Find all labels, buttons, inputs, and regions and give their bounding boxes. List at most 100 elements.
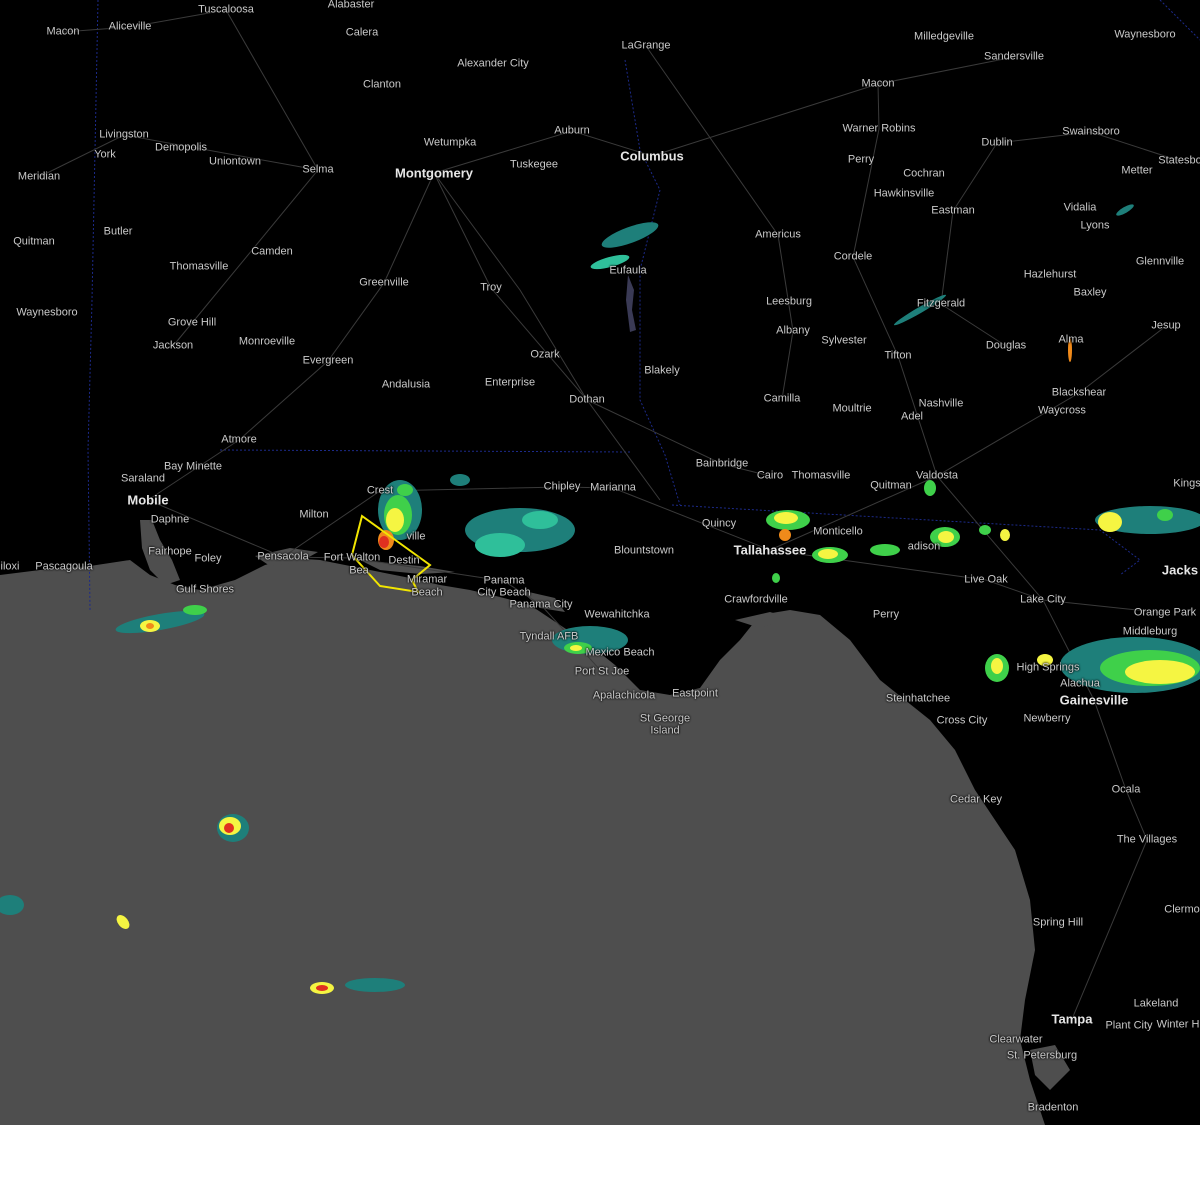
footer-area [0, 1125, 1200, 1200]
place-label: Moultrie [832, 402, 872, 415]
place-label: iloxi [0, 560, 20, 573]
place-label: Bradenton [1027, 1101, 1079, 1114]
place-label: Gulf Shores [175, 583, 235, 596]
place-label: Beach [411, 586, 443, 599]
place-label: Plant City [1105, 1019, 1153, 1032]
place-label: Thomasville [791, 469, 851, 482]
place-label: Statesbo [1158, 154, 1200, 167]
place-label: Pensacola [257, 550, 309, 563]
place-label: Douglas [985, 339, 1027, 352]
place-label: Panama City [509, 598, 573, 611]
place-label: Tallahassee [733, 542, 807, 558]
place-label: Macon [46, 25, 80, 38]
place-label: Daphne [150, 513, 190, 526]
place-label: Alabaster [327, 0, 375, 11]
place-label: Andalusia [381, 378, 431, 391]
place-label: Thomasville [169, 260, 229, 273]
place-label: City Beach [477, 586, 531, 599]
place-label: Warner Robins [842, 122, 916, 135]
place-label: Quincy [701, 517, 737, 530]
place-label: Evergreen [302, 354, 354, 367]
place-label: Bainbridge [695, 457, 749, 470]
place-label: Cedar Key [950, 793, 1002, 806]
place-label: Alma [1058, 333, 1084, 346]
place-label: Butler [103, 225, 133, 238]
place-label: Saraland [120, 472, 166, 485]
place-label: Cordele [833, 250, 873, 263]
place-label: Metter [1121, 164, 1153, 177]
place-label: Waynesboro [16, 306, 78, 319]
place-label: Americus [755, 228, 801, 241]
place-label: Tuscaloosa [198, 3, 254, 16]
place-label: Island [650, 724, 680, 737]
place-label: Sandersville [984, 50, 1044, 63]
place-label: Camden [251, 245, 293, 258]
place-label: Jackson [152, 339, 194, 352]
place-label: Dublin [981, 136, 1013, 149]
place-label: Ozark [530, 348, 560, 361]
place-label: Quitman [870, 479, 912, 492]
place-label: Swainsboro [1062, 125, 1120, 138]
radar-cell-gulf-west [217, 814, 249, 842]
place-label: Milledgeville [914, 30, 974, 43]
place-label: Port St Joe [574, 665, 630, 678]
basemap [0, 0, 1200, 1125]
place-label: Fort Walton [323, 551, 381, 564]
place-label: Newberry [1023, 712, 1071, 725]
place-label: Blakely [644, 364, 680, 377]
place-label: High Springs [1016, 661, 1080, 674]
place-label: Troy [480, 281, 502, 294]
place-label: Blackshear [1051, 386, 1107, 399]
place-label: Apalachicola [592, 689, 656, 702]
place-label: Adel [900, 410, 924, 423]
place-label: Cross City [936, 714, 988, 727]
place-label: Bea [349, 564, 369, 577]
place-label: Live Oak [964, 573, 1008, 586]
place-label: Grove Hill [167, 316, 217, 329]
place-label: Albany [776, 324, 810, 337]
place-label: Baxley [1073, 286, 1107, 299]
place-label: Destin [388, 554, 420, 567]
place-label: Dothan [569, 393, 605, 406]
place-label: Uniontown [209, 155, 261, 168]
place-label: Perry [872, 608, 900, 621]
place-label: Fairhope [148, 545, 192, 558]
place-label: Mexico Beach [585, 646, 655, 659]
radar-map[interactable]: Tuscaloosa Alabaster Macon Aliceville Calera… [0, 0, 1200, 1125]
place-label: Auburn [554, 124, 590, 137]
place-label: Crest [366, 484, 394, 497]
place-label: Orange Park [1133, 606, 1197, 619]
place-label: Camilla [763, 392, 801, 405]
place-label: Bay Minette [163, 460, 223, 473]
place-label: Alexander City [457, 57, 529, 70]
place-label: Calera [345, 26, 379, 39]
place-label: ville [406, 530, 426, 543]
place-label: Enterprise [484, 376, 536, 389]
place-label: Jacks [1161, 562, 1199, 578]
place-label: Eastpoint [672, 687, 718, 700]
place-label: Macon [861, 77, 895, 90]
place-label: Monroeville [238, 335, 296, 348]
place-label: Leesburg [766, 295, 812, 308]
place-label: Crawfordville [724, 593, 788, 606]
place-label: Blountstown [614, 544, 674, 557]
place-label: Cairo [756, 469, 784, 482]
place-label: Eufaula [609, 264, 647, 277]
place-label: Quitman [13, 235, 55, 248]
lake-eufaula [626, 275, 636, 332]
place-label: Nashville [918, 397, 964, 410]
place-label: Monticello [813, 525, 863, 538]
radar-cell-madison [924, 480, 1010, 547]
place-label: Tyndall AFB [519, 630, 579, 643]
gulf-of-mexico [0, 558, 1045, 1125]
place-label: Valdosta [916, 469, 958, 482]
place-label: Gainesville [1059, 692, 1129, 708]
place-label: Waycross [1038, 404, 1086, 417]
place-label: Kings [1173, 477, 1200, 490]
place-label: Hazlehurst [1023, 268, 1077, 281]
place-label: Atmore [221, 433, 257, 446]
place-label: Wetumpka [423, 136, 477, 149]
place-label: Tuskegee [510, 158, 558, 171]
place-label: adison [907, 540, 941, 553]
place-label: Clearwater [989, 1033, 1043, 1046]
